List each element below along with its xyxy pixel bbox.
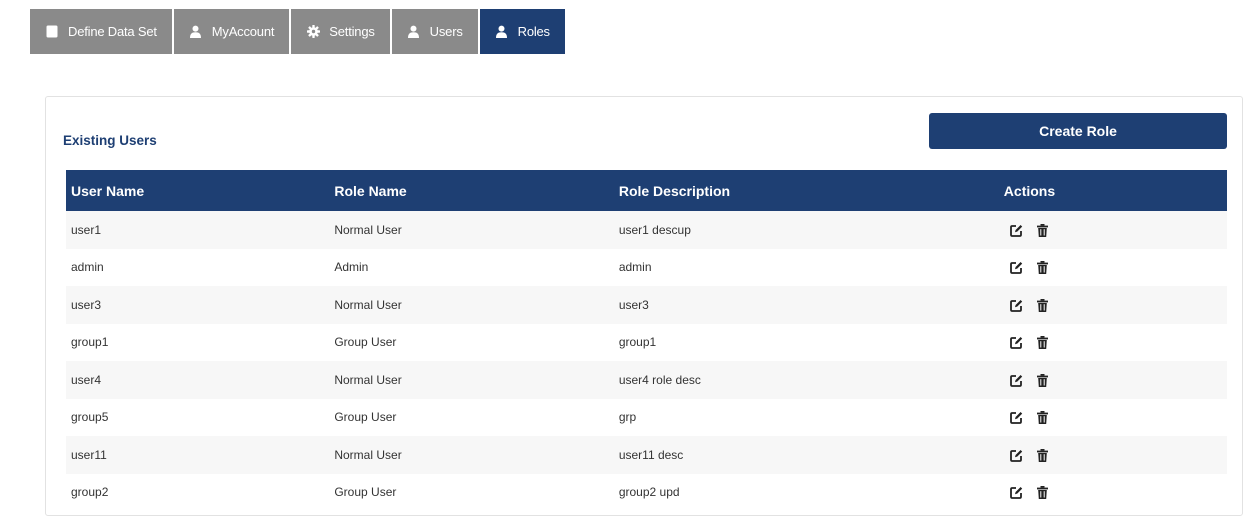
user-name-cell: user1 [71, 222, 102, 237]
user-name-cell: group5 [71, 410, 109, 425]
edit-icon[interactable] [1010, 373, 1024, 387]
table-row: user4 Normal User user4 role desc [66, 361, 1227, 399]
table-row: group5 Group User grp [66, 398, 1227, 437]
tab-myaccount[interactable]: MyAccount [173, 9, 290, 54]
edit-icon[interactable] [1010, 448, 1024, 462]
trash-icon[interactable] [1035, 261, 1049, 275]
tab-settings[interactable]: Settings [291, 9, 390, 54]
actions-cell [1004, 211, 1227, 249]
tab-label: Users [429, 24, 463, 39]
table-row: admin Admin admin [66, 248, 1227, 287]
trash-icon[interactable] [1035, 486, 1049, 500]
edit-icon[interactable] [1010, 298, 1024, 312]
actions-cell [1004, 324, 1227, 362]
edit-icon[interactable] [1010, 411, 1024, 425]
table-row: group1 Group User group1 [66, 323, 1227, 362]
roles-panel: Existing Users Create Role User Name Rol… [45, 96, 1243, 516]
user-icon [189, 25, 203, 39]
user-name-cell: admin [71, 260, 104, 275]
role-name-cell: Normal User [334, 372, 402, 387]
role-description-cell: grp [618, 410, 637, 425]
table-header-row: User Name Role Name Role Description Act… [66, 170, 1227, 211]
tab-label: Roles [517, 24, 550, 39]
tab-users[interactable]: Users [391, 9, 478, 54]
column-header-role-name[interactable]: Role Name [329, 170, 613, 211]
role-description-cell: user3 [618, 297, 649, 312]
user-name-cell: group2 [71, 485, 109, 500]
table-row: user11 Normal User user11 desc [66, 436, 1227, 474]
document-icon [45, 25, 59, 39]
user-icon [407, 25, 421, 39]
trash-icon[interactable] [1035, 411, 1049, 425]
user-name-cell: user4 [71, 372, 102, 387]
tab-define-data-set[interactable]: Define Data Set [30, 9, 172, 54]
role-name-cell: Normal User [334, 447, 402, 462]
role-name-cell: Admin [334, 260, 369, 275]
edit-icon[interactable] [1010, 336, 1024, 350]
gear-icon [306, 25, 320, 39]
role-description-cell: user4 role desc [618, 372, 701, 387]
create-role-button[interactable]: Create Role [929, 113, 1227, 149]
user-name-cell: user11 [71, 447, 107, 462]
main-nav-tabs: Define Data Set MyAccount Settings Users… [30, 9, 567, 54]
column-header-actions: Actions [1003, 182, 1056, 199]
actions-cell [1004, 286, 1227, 324]
table-row: user1 Normal User user1 descup [66, 211, 1227, 249]
role-name-cell: Group User [334, 410, 397, 425]
table-body: user1 Normal User user1 descup admin Adm… [66, 211, 1227, 511]
roles-table: User Name Role Name Role Description Act… [66, 170, 1227, 511]
role-description-cell: user1 descup [618, 222, 691, 237]
panel-title: Existing Users [63, 133, 157, 148]
table-row: user3 Normal User user3 [66, 286, 1227, 324]
role-description-cell: admin [618, 260, 652, 275]
user-name-cell: user3 [71, 297, 102, 312]
trash-icon[interactable] [1035, 298, 1049, 312]
tab-roles[interactable]: Roles [479, 9, 565, 54]
trash-icon[interactable] [1035, 223, 1049, 237]
tab-label: Define Data Set [68, 24, 157, 39]
user-name-cell: group1 [71, 335, 109, 350]
role-description-cell: user11 desc [618, 447, 684, 462]
role-name-cell: Normal User [334, 297, 402, 312]
user-icon [495, 25, 509, 39]
trash-icon[interactable] [1035, 448, 1049, 462]
actions-cell [1004, 399, 1227, 437]
actions-cell [1004, 436, 1227, 474]
role-name-cell: Group User [334, 335, 397, 350]
column-header-user-name[interactable]: User Name [66, 170, 329, 211]
actions-cell [1004, 249, 1227, 287]
trash-icon[interactable] [1035, 373, 1049, 387]
tab-label: Settings [329, 24, 375, 39]
role-name-cell: Normal User [334, 222, 402, 237]
table-row: group2 Group User group2 upd [66, 473, 1227, 512]
role-description-cell: group2 upd [618, 485, 680, 500]
tab-label: MyAccount [211, 24, 275, 39]
edit-icon[interactable] [1010, 486, 1024, 500]
actions-cell [1004, 474, 1227, 512]
role-description-cell: group1 [618, 335, 657, 350]
role-name-cell: Group User [334, 485, 397, 500]
edit-icon[interactable] [1010, 261, 1024, 275]
edit-icon[interactable] [1010, 223, 1024, 237]
column-header-role-description[interactable]: Role Description [614, 170, 1004, 211]
trash-icon[interactable] [1035, 336, 1049, 350]
actions-cell [1004, 361, 1227, 399]
